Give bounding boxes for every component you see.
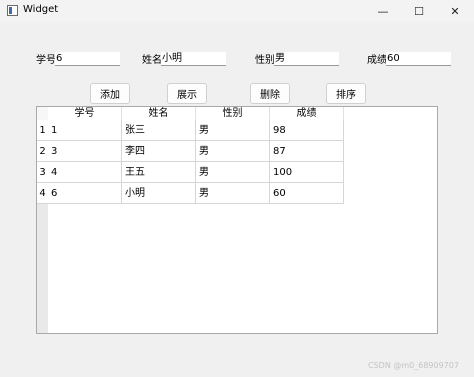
name-label: 姓名 <box>142 55 162 66</box>
watermark: CSDN @m0_68909707 <box>368 361 459 370</box>
row-header[interactable]: 3 <box>37 162 48 183</box>
column-header-name[interactable]: 姓名 <box>122 107 196 120</box>
table-cell-gender[interactable]: 男 <box>196 120 270 141</box>
table-cell-gender[interactable]: 男 <box>196 141 270 162</box>
table-cell-id[interactable]: 3 <box>48 141 122 162</box>
score-input[interactable] <box>386 52 451 66</box>
gender-label: 性别 <box>255 55 275 66</box>
table-cell-gender[interactable]: 男 <box>196 162 270 183</box>
name-input[interactable] <box>161 52 226 66</box>
maximize-icon[interactable]: ☐ <box>402 0 436 22</box>
table-cell-name[interactable]: 李四 <box>122 141 196 162</box>
minimize-icon[interactable]: — <box>366 0 400 22</box>
table-cell-name[interactable]: 王五 <box>122 162 196 183</box>
student-table[interactable]: 学号 姓名 性别 成绩 1 1 张三 男 98 2 3 李四 男 87 3 4 … <box>36 106 438 334</box>
id-label: 学号 <box>36 55 56 66</box>
table-cell-id[interactable]: 6 <box>48 183 122 204</box>
app-icon <box>7 5 18 16</box>
table-cell-score[interactable]: 87 <box>270 141 344 162</box>
table-cell-score[interactable]: 98 <box>270 120 344 141</box>
gender-input[interactable] <box>274 52 339 66</box>
table-corner-button[interactable] <box>37 107 48 120</box>
table-cell-id[interactable]: 1 <box>48 120 122 141</box>
score-label: 成绩 <box>367 55 387 66</box>
table-cell-name[interactable]: 张三 <box>122 120 196 141</box>
show-button[interactable]: 展示 <box>167 83 207 104</box>
add-button[interactable]: 添加 <box>90 83 130 104</box>
column-header-gender[interactable]: 性别 <box>196 107 270 120</box>
table-cell-gender[interactable]: 男 <box>196 183 270 204</box>
table-cell-score[interactable]: 60 <box>270 183 344 204</box>
delete-button[interactable]: 删除 <box>250 83 290 104</box>
table-cell-name[interactable]: 小明 <box>122 183 196 204</box>
row-header[interactable]: 2 <box>37 141 48 162</box>
row-header[interactable]: 1 <box>37 120 48 141</box>
window-title: Widget <box>23 4 59 15</box>
sort-button[interactable]: 排序 <box>326 83 366 104</box>
table-cell-score[interactable]: 100 <box>270 162 344 183</box>
column-header-id[interactable]: 学号 <box>48 107 122 120</box>
column-header-score[interactable]: 成绩 <box>270 107 344 120</box>
table-cell-id[interactable]: 4 <box>48 162 122 183</box>
close-icon[interactable]: ✕ <box>438 0 472 22</box>
id-input[interactable] <box>55 52 120 66</box>
widget-window: Widget — ☐ ✕ 学号 姓名 性别 成绩 添加 展示 删除 排序 学号 … <box>0 0 474 377</box>
title-bar: Widget — ☐ ✕ <box>0 0 474 22</box>
row-header[interactable]: 4 <box>37 183 48 204</box>
